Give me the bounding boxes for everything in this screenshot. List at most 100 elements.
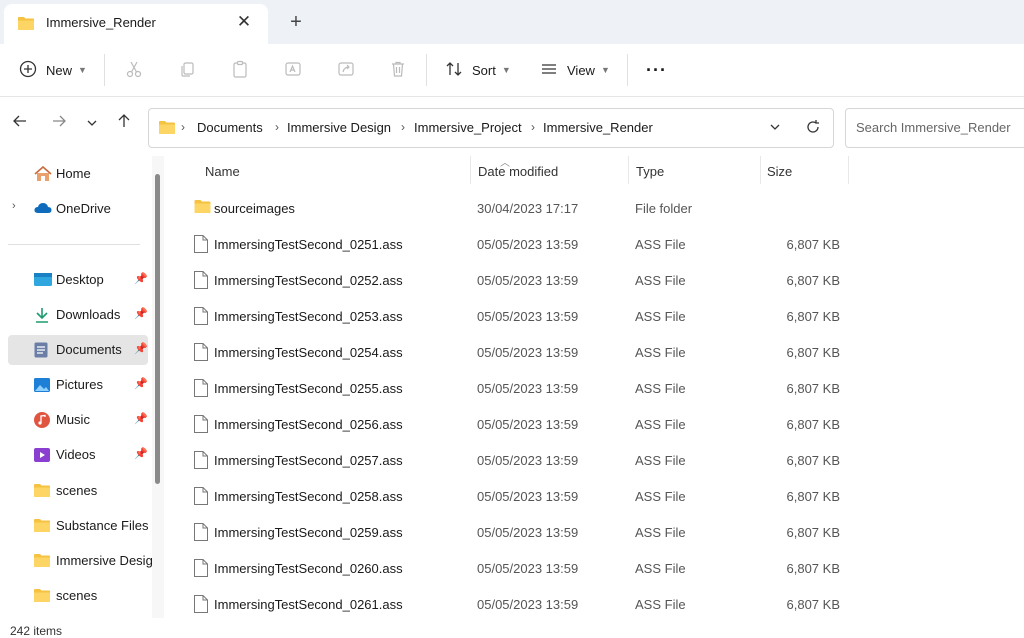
up-button[interactable]	[112, 113, 136, 137]
cut-button[interactable]	[124, 44, 144, 96]
item-count: 242 items	[10, 624, 63, 638]
file-row[interactable]: ImmersingTestSecond_0256.ass 05/05/2023 …	[170, 407, 850, 441]
music-icon	[34, 412, 50, 428]
arrow-up-icon	[118, 114, 130, 127]
sidebar-item-label: scenes	[56, 588, 98, 603]
column-divider[interactable]	[848, 156, 849, 184]
pin-icon[interactable]: 📌	[134, 307, 148, 320]
file-name: ImmersingTestSecond_0252.ass	[214, 273, 403, 288]
breadcrumb-documents[interactable]: Documents	[197, 120, 263, 135]
breadcrumb-immersive-design[interactable]: Immersive Design	[287, 120, 391, 135]
sidebar-item-substance-files[interactable]: Substance Files	[8, 511, 149, 541]
search-input[interactable]	[854, 119, 1024, 136]
folder-row[interactable]: sourceimages 30/04/2023 17:17 File folde…	[170, 191, 850, 225]
scissors-icon	[124, 60, 144, 80]
scrollbar-thumb[interactable]	[155, 174, 160, 484]
file-size: 6,807 KB	[786, 309, 841, 324]
file-size: 6,807 KB	[786, 561, 841, 576]
sidebar-item-scenes-2[interactable]: scenes	[8, 581, 148, 611]
chevron-down-icon: ▼	[501, 65, 511, 75]
close-icon[interactable]: ✕	[234, 12, 254, 32]
file-row[interactable]: ImmersingTestSecond_0261.ass 05/05/2023 …	[170, 587, 850, 621]
file-icon	[194, 559, 210, 577]
navigation-pane: Home › OneDrive Desktop 📌 Downloads 📌 Do…	[0, 156, 160, 618]
file-name: ImmersingTestSecond_0256.ass	[214, 417, 403, 432]
tab-bar: Immersive_Render ✕ +	[0, 0, 1024, 44]
column-header-name[interactable]: Name	[205, 164, 240, 179]
address-bar[interactable]: › Documents › Immersive Design › Immersi…	[148, 108, 834, 148]
column-divider[interactable]	[760, 156, 761, 184]
sidebar-item-label: Desktop	[56, 272, 104, 287]
sidebar-item-pictures[interactable]: Pictures 📌	[8, 370, 148, 400]
chevron-right-icon: ›	[401, 120, 405, 134]
sidebar-item-desktop[interactable]: Desktop 📌	[8, 265, 148, 295]
address-dropdown-button[interactable]	[769, 121, 781, 136]
search-box[interactable]	[845, 108, 1024, 148]
sidebar-item-music[interactable]: Music 📌	[8, 405, 148, 435]
video-icon	[34, 447, 50, 463]
forward-button[interactable]	[47, 113, 71, 137]
file-size: 6,807 KB	[786, 345, 841, 360]
file-icon	[194, 379, 210, 397]
back-button[interactable]	[8, 113, 32, 137]
file-row[interactable]: ImmersingTestSecond_0260.ass 05/05/2023 …	[170, 551, 850, 585]
sidebar-item-onedrive[interactable]: › OneDrive	[8, 194, 148, 224]
more-options-button[interactable]: ···	[646, 44, 667, 96]
recent-locations-button[interactable]	[80, 113, 104, 137]
new-tab-button[interactable]: +	[286, 12, 306, 32]
refresh-button[interactable]	[805, 119, 821, 138]
file-name: ImmersingTestSecond_0255.ass	[214, 381, 403, 396]
chevron-down-icon	[770, 124, 780, 130]
pin-icon[interactable]: 📌	[134, 377, 148, 390]
new-button[interactable]: New ▼	[18, 44, 87, 96]
file-name: ImmersingTestSecond_0261.ass	[214, 597, 403, 612]
breadcrumb-immersive-project[interactable]: Immersive_Project	[414, 120, 522, 135]
view-button[interactable]: View ▼	[539, 44, 610, 96]
file-icon	[194, 523, 210, 541]
file-row[interactable]: ImmersingTestSecond_0254.ass 05/05/2023 …	[170, 335, 850, 369]
sidebar-item-label: Videos	[56, 447, 96, 462]
sidebar-item-documents[interactable]: Documents 📌	[8, 335, 148, 365]
share-button[interactable]	[336, 44, 356, 96]
chevron-right-icon[interactable]: ›	[12, 200, 16, 212]
paste-button[interactable]	[230, 44, 250, 96]
file-type: ASS File	[635, 345, 686, 360]
file-row[interactable]: ImmersingTestSecond_0255.ass 05/05/2023 …	[170, 371, 850, 405]
file-row[interactable]: ImmersingTestSecond_0253.ass 05/05/2023 …	[170, 299, 850, 333]
column-header-date[interactable]: Date modified	[478, 164, 558, 179]
pin-icon[interactable]: 📌	[134, 342, 148, 355]
column-divider[interactable]	[470, 156, 471, 184]
sidebar-scrollbar[interactable]	[152, 156, 164, 618]
file-row[interactable]: ImmersingTestSecond_0258.ass 05/05/2023 …	[170, 479, 850, 513]
file-name: ImmersingTestSecond_0257.ass	[214, 453, 403, 468]
file-name: ImmersingTestSecond_0259.ass	[214, 525, 403, 540]
file-row[interactable]: ImmersingTestSecond_0252.ass 05/05/2023 …	[170, 263, 850, 297]
breadcrumb-immersive-render[interactable]: Immersive_Render	[543, 120, 653, 135]
file-row[interactable]: ImmersingTestSecond_0259.ass 05/05/2023 …	[170, 515, 850, 549]
column-header-type[interactable]: Type	[636, 164, 664, 179]
delete-button[interactable]	[388, 44, 408, 96]
file-type: ASS File	[635, 273, 686, 288]
file-row[interactable]: ImmersingTestSecond_0251.ass 05/05/2023 …	[170, 227, 850, 261]
rename-button[interactable]	[283, 44, 303, 96]
sidebar-item-scenes[interactable]: scenes	[8, 476, 148, 506]
column-header-size[interactable]: Size	[767, 164, 792, 179]
arrow-right-icon	[53, 115, 66, 127]
pin-icon[interactable]: 📌	[134, 447, 148, 460]
file-type: ASS File	[635, 309, 686, 324]
home-icon	[34, 165, 52, 182]
sidebar-item-immersive-design[interactable]: Immersive Desig	[8, 546, 153, 576]
tab-immersive-render[interactable]: Immersive_Render ✕	[4, 4, 268, 44]
pin-icon[interactable]: 📌	[134, 412, 148, 425]
file-date: 05/05/2023 13:59	[477, 273, 579, 288]
sort-button[interactable]: Sort ▼	[444, 44, 511, 96]
file-type: ASS File	[635, 381, 686, 396]
sidebar-item-downloads[interactable]: Downloads 📌	[8, 300, 148, 330]
pin-icon[interactable]: 📌	[134, 272, 148, 285]
file-row[interactable]: ImmersingTestSecond_0257.ass 05/05/2023 …	[170, 443, 850, 477]
file-name: ImmersingTestSecond_0260.ass	[214, 561, 403, 576]
copy-button[interactable]	[177, 44, 197, 96]
sidebar-item-home[interactable]: Home	[8, 159, 148, 189]
sidebar-item-videos[interactable]: Videos 📌	[8, 440, 148, 470]
column-divider[interactable]	[628, 156, 629, 184]
